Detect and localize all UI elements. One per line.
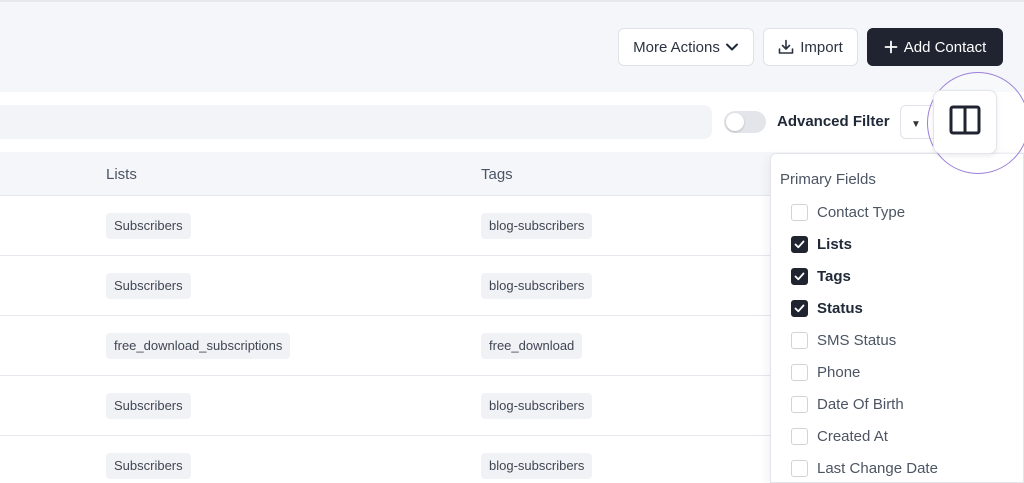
- checkbox[interactable]: [791, 235, 808, 253]
- advanced-filter-toggle[interactable]: [724, 111, 766, 133]
- column-option-tags[interactable]: Tags: [791, 264, 851, 288]
- column-option-phone[interactable]: Phone: [791, 360, 860, 384]
- checkbox[interactable]: [791, 363, 808, 381]
- tag-badge: blog-subscribers: [481, 273, 593, 299]
- primary-fields-heading: Primary Fields: [780, 171, 876, 188]
- checkbox[interactable]: [791, 331, 808, 349]
- more-actions-button[interactable]: More Actions: [618, 28, 754, 66]
- toggle-knob: [726, 113, 744, 131]
- column-option-label: Created At: [817, 427, 888, 445]
- add-contact-label: Add Contact: [903, 38, 987, 56]
- checkbox[interactable]: [791, 299, 808, 317]
- column-option-last-change-date[interactable]: Last Change Date: [791, 456, 938, 480]
- checkbox[interactable]: [791, 459, 808, 477]
- checkbox[interactable]: [791, 427, 808, 445]
- list-badge: Subscribers: [106, 273, 191, 299]
- column-option-label: Date Of Birth: [817, 395, 904, 413]
- column-option-created-at[interactable]: Created At: [791, 424, 888, 448]
- import-label: Import: [800, 38, 843, 56]
- column-option-label: Last Change Date: [817, 459, 938, 477]
- columns-icon: [949, 105, 981, 140]
- column-chooser-menu: Primary Fields Contact Type Lists Tags S…: [770, 153, 1024, 483]
- tag-badge: blog-subscribers: [481, 453, 593, 479]
- checkbox[interactable]: [791, 203, 808, 221]
- list-badge: Subscribers: [106, 393, 191, 419]
- column-option-label: Tags: [817, 267, 851, 285]
- check-icon: [794, 240, 805, 248]
- column-option-label: Status: [817, 299, 863, 317]
- advanced-filter-label: Advanced Filter: [777, 113, 890, 130]
- plus-icon: [884, 40, 898, 54]
- checkbox[interactable]: [791, 267, 808, 285]
- import-button[interactable]: Import: [763, 28, 858, 66]
- download-icon: [778, 39, 794, 55]
- column-header-lists[interactable]: Lists: [106, 166, 137, 183]
- column-option-lists[interactable]: Lists: [791, 232, 852, 256]
- tag-badge: blog-subscribers: [481, 213, 593, 239]
- column-option-label: Contact Type: [817, 203, 906, 221]
- top-divider: [0, 0, 1024, 2]
- list-badge: Subscribers: [106, 453, 191, 479]
- column-option-label: Lists: [817, 235, 853, 253]
- add-contact-button[interactable]: Add Contact: [867, 28, 1003, 66]
- column-option-sms-status[interactable]: SMS Status: [791, 328, 896, 352]
- caret-icon: ▼: [911, 119, 921, 130]
- checkbox[interactable]: [791, 395, 808, 413]
- column-option-label: SMS Status: [817, 331, 897, 349]
- column-header-tags[interactable]: Tags: [481, 166, 513, 183]
- list-badge: Subscribers: [106, 213, 191, 239]
- column-toggle-button[interactable]: [933, 90, 997, 154]
- tag-badge: free_download: [481, 333, 583, 359]
- search-input[interactable]: [0, 105, 712, 139]
- tag-badge: blog-subscribers: [481, 393, 593, 419]
- list-badge: free_download_subscriptions: [106, 333, 291, 359]
- check-icon: [794, 272, 805, 280]
- column-option-date-of-birth[interactable]: Date Of Birth: [791, 392, 904, 416]
- more-actions-label: More Actions: [633, 38, 720, 56]
- chevron-down-icon: [725, 40, 739, 54]
- column-option-label: Phone: [817, 363, 861, 381]
- column-option-status[interactable]: Status: [791, 296, 863, 320]
- check-icon: [794, 304, 805, 312]
- column-option-contact-type[interactable]: Contact Type: [791, 200, 905, 224]
